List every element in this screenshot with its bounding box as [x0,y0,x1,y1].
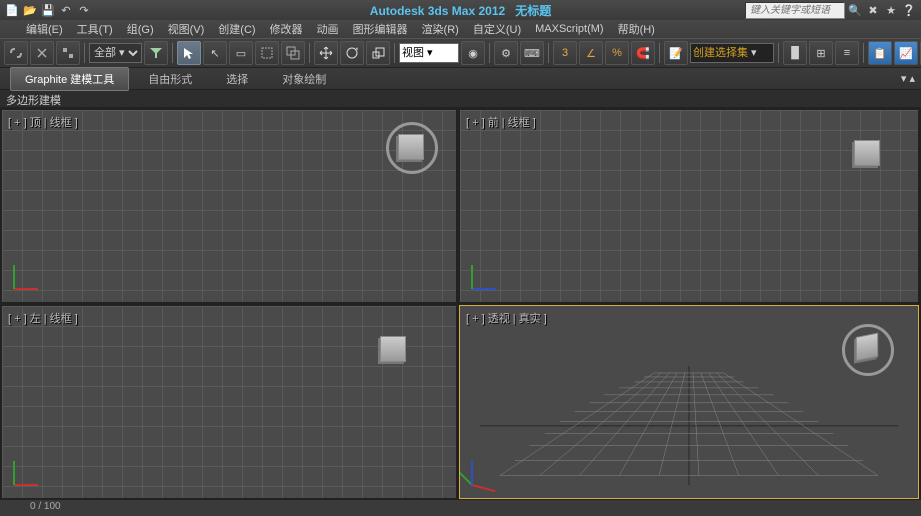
open-icon[interactable]: 📂 [22,2,38,18]
tab-modeling[interactable]: Graphite 建模工具 [10,67,129,91]
viewport-top[interactable]: [ + ] 顶 | 线框 ] [1,109,457,303]
filter-select[interactable]: 全部 ▾ [89,43,142,63]
menu-animation[interactable]: 动画 [317,21,339,37]
ribbon-panel-label[interactable]: 多边形建模 [0,90,921,108]
ribbon-tabs: Graphite 建模工具 自由形式 选择 对象绘制 ▾ ▴ [0,68,921,90]
cursor-icon[interactable]: ↖ [203,41,227,65]
unlink-icon[interactable] [30,41,54,65]
redo-icon[interactable]: ↷ [76,2,92,18]
main-toolbar: 全部 ▾ ↖ ▭ 视图 ▾ ◉ ⚙ ⌨ 3 ∠ % 🧲 📝 创建选择集 ▾ ▐▌… [0,38,921,68]
tab-selection[interactable]: 选择 [211,67,263,91]
menu-rendering[interactable]: 渲染(R) [422,21,459,37]
angle-snap-icon[interactable]: ∠ [579,41,603,65]
move-icon[interactable] [314,41,338,65]
viewport-front[interactable]: [ + ] 前 | 线框 ] [459,109,919,303]
viewport-left[interactable]: [ + ] 左 | 线框 ] [1,305,457,499]
status-bar: 0 / 100 [0,500,921,516]
menu-edit[interactable]: 编辑(E) [26,21,63,37]
menu-maxscript[interactable]: MAXScript(M) [535,23,603,35]
star-icon[interactable]: ★ [883,2,899,18]
menu-customize[interactable]: 自定义(U) [473,21,521,37]
layer-manager-icon[interactable]: 📋 [868,41,892,65]
status-text: 0 / 100 [30,501,61,512]
percent-snap-icon[interactable]: % [605,41,629,65]
snap-icon[interactable]: 3 [553,41,577,65]
mirror-icon[interactable]: ▐▌ [783,41,807,65]
keyboard-icon[interactable]: ⌨ [520,41,544,65]
ref-coord-select[interactable]: 视图 ▾ [399,43,459,63]
select-name-icon[interactable]: ▭ [229,41,253,65]
axis-gizmo-icon [468,450,508,490]
menu-tools[interactable]: 工具(T) [77,21,113,37]
app-title: Autodesk 3ds Max 2012 无标题 [370,2,551,19]
manipulate-icon[interactable]: ⚙ [494,41,518,65]
tab-paint[interactable]: 对象绘制 [267,67,341,91]
pivot-icon[interactable]: ◉ [461,41,485,65]
menu-views[interactable]: 视图(V) [168,21,205,37]
undo-icon[interactable]: ↶ [58,2,74,18]
marquee-icon[interactable] [255,41,279,65]
menu-bar: 编辑(E) 工具(T) 组(G) 视图(V) 创建(C) 修改器 动画 图形编辑… [0,20,921,38]
axis-gizmo-icon [10,254,50,294]
filter-icon[interactable] [144,41,168,65]
menu-modifiers[interactable]: 修改器 [270,21,303,37]
viewport-label[interactable]: [ + ] 透视 | 真实 ] [466,310,547,326]
bind-icon[interactable] [56,41,80,65]
viewport-label[interactable]: [ + ] 左 | 线框 ] [8,310,78,326]
title-bar: 📄 📂 💾 ↶ ↷ Autodesk 3ds Max 2012 无标题 🔍 ✖ … [0,0,921,20]
menu-create[interactable]: 创建(C) [218,21,255,37]
menu-help[interactable]: 帮助(H) [618,21,655,37]
viewport-label[interactable]: [ + ] 前 | 线框 ] [466,114,536,130]
window-crossing-icon[interactable] [281,41,305,65]
perspective-grid [480,366,898,485]
align-icon[interactable]: ⊞ [809,41,833,65]
curve-editor-icon[interactable]: 📈 [894,41,918,65]
viewcube-icon[interactable] [398,134,424,160]
viewcube-icon[interactable] [854,140,880,166]
link-icon[interactable] [4,41,28,65]
new-icon[interactable]: 📄 [4,2,20,18]
scale-icon[interactable] [366,41,390,65]
axis-gizmo-icon [10,450,50,490]
menu-graph[interactable]: 图形编辑器 [353,21,408,37]
select-object-icon[interactable] [177,41,201,65]
layers-icon[interactable]: ≡ [835,41,859,65]
spinner-snap-icon[interactable]: 🧲 [631,41,655,65]
info-icon[interactable]: ❔ [901,2,917,18]
save-icon[interactable]: 💾 [40,2,56,18]
bell-icon[interactable]: ✖ [865,2,881,18]
selection-set-input[interactable]: 创建选择集 ▾ [690,43,774,63]
viewport-area: [ + ] 顶 | 线框 ] [ + ] 前 | 线框 ] [ + ] 左 | … [0,108,921,500]
viewport-label[interactable]: [ + ] 顶 | 线框 ] [8,114,78,130]
tab-freeform[interactable]: 自由形式 [133,67,207,91]
edit-named-icon[interactable]: 📝 [664,41,688,65]
menu-group[interactable]: 组(G) [127,21,154,37]
viewcube-icon[interactable] [380,336,406,362]
rotate-icon[interactable] [340,41,364,65]
viewport-perspective[interactable]: [ + ] 透视 | 真实 ] [459,305,919,499]
search-input[interactable] [745,2,845,19]
help-icon[interactable]: 🔍 [847,2,863,18]
ribbon-collapse-icon[interactable]: ▾ ▴ [901,72,915,85]
axis-gizmo-icon [468,254,508,294]
